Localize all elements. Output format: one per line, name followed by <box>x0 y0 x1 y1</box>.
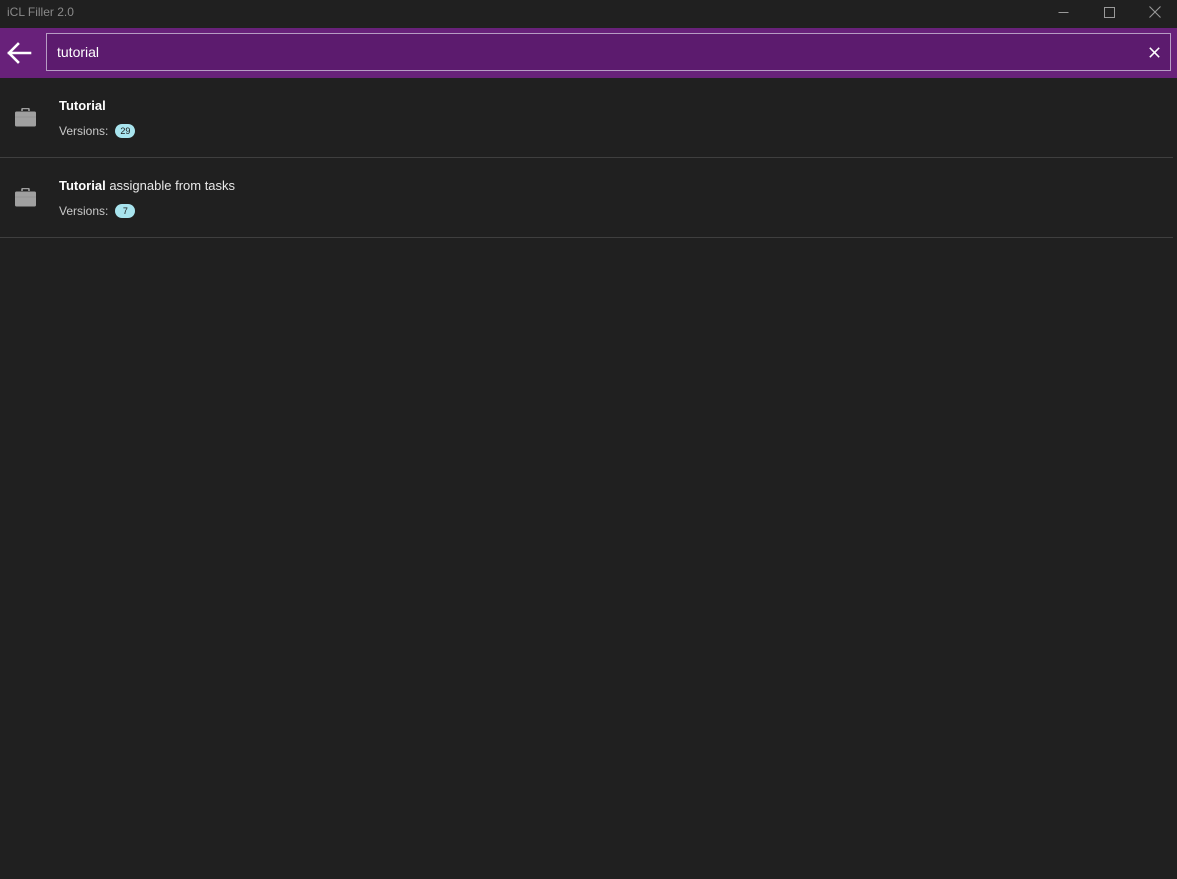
close-icon <box>1149 6 1161 18</box>
maximize-icon <box>1103 6 1115 18</box>
versions-label: Versions: <box>59 124 109 138</box>
results-list: Tutorial Versions: 29 Tutorial assignabl… <box>0 78 1173 238</box>
search-box <box>46 33 1171 71</box>
search-input[interactable] <box>47 34 1127 70</box>
item-name-rest: assignable from tasks <box>105 178 236 193</box>
arrow-left-icon <box>7 42 32 64</box>
list-item[interactable]: Tutorial assignable from tasks Versions:… <box>0 158 1173 238</box>
minimize-icon <box>1058 11 1068 13</box>
item-name-match: Tutorial <box>59 98 106 113</box>
maximize-button[interactable] <box>1086 0 1132 24</box>
close-window-button[interactable] <box>1132 0 1177 24</box>
versions-label: Versions: <box>59 204 109 218</box>
title-bar: iCL Filler 2.0 <box>0 0 1177 28</box>
versions-count-badge: 7 <box>115 204 136 218</box>
close-icon <box>1148 46 1160 58</box>
window-title: iCL Filler 2.0 <box>7 5 74 19</box>
item-name-match: Tutorial <box>59 178 106 193</box>
versions-count-badge: 29 <box>115 124 136 138</box>
app-window: iCL Filler 2.0 tutorial Tutorial Version… <box>0 0 1177 879</box>
item-versions: Versions: 7 <box>59 204 136 218</box>
back-button[interactable] <box>0 28 38 78</box>
search-header <box>0 28 1177 78</box>
minimize-button[interactable] <box>1040 0 1086 24</box>
briefcase-icon <box>15 108 36 127</box>
item-name: Tutorial <box>59 98 106 113</box>
clear-search-button[interactable] <box>1146 44 1162 60</box>
item-versions: Versions: 29 <box>59 124 136 138</box>
item-name: Tutorial assignable from tasks <box>59 178 235 193</box>
briefcase-icon <box>15 188 36 207</box>
list-item[interactable]: Tutorial Versions: 29 <box>0 78 1173 158</box>
